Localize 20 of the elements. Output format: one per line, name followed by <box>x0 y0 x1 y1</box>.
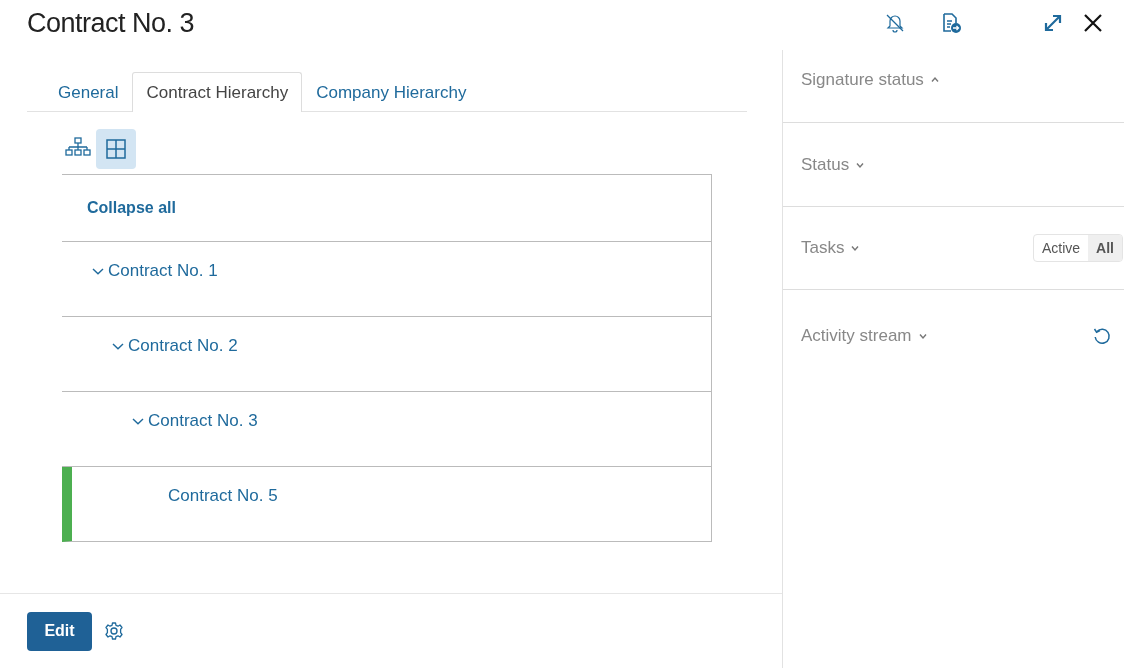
tab[interactable]: Contract Hierarchy <box>132 72 303 112</box>
section-title[interactable]: Activity stream <box>801 326 912 346</box>
section-title[interactable]: Status <box>801 154 850 175</box>
tree-row[interactable]: Contract No. 2 <box>62 317 711 392</box>
tree-row[interactable]: Contract No. 5 <box>62 467 711 542</box>
contract-link[interactable]: Contract No. 2 <box>128 335 238 357</box>
section-title[interactable]: Tasks <box>801 238 845 258</box>
contract-link[interactable]: Contract No. 1 <box>108 260 218 282</box>
edit-button[interactable]: Edit <box>27 611 92 651</box>
contract-link[interactable]: Contract No. 5 <box>168 485 278 507</box>
contract-link[interactable]: Contract No. 3 <box>148 410 258 432</box>
section-title[interactable]: Signature status <box>801 70 924 90</box>
tree-row[interactable]: Contract No. 1 <box>62 242 711 317</box>
filter-toggle[interactable]: All <box>1088 235 1122 261</box>
tree-row[interactable]: Contract No. 3 <box>62 392 711 467</box>
tab[interactable]: General <box>43 72 133 112</box>
filter-toggle[interactable]: Active <box>1034 235 1089 261</box>
window-title: Contract No. 3 <box>27 7 196 39</box>
tab[interactable]: Company Hierarchy <box>302 72 481 112</box>
collapse-all-link[interactable]: Collapse all <box>87 199 176 217</box>
